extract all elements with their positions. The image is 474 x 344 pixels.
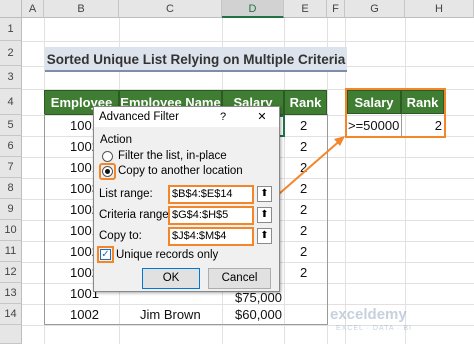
- row-header-3[interactable]: 3: [0, 66, 22, 89]
- ok-button[interactable]: OK: [142, 268, 200, 289]
- criteria-rank-value[interactable]: 2: [402, 115, 442, 136]
- row-header-8[interactable]: 8: [0, 178, 22, 199]
- unique-records-checkbox[interactable]: ✓: [100, 249, 111, 260]
- cell-rank[interactable]: 2: [300, 157, 320, 178]
- criteria-range-label: Criteria range:: [99, 209, 172, 221]
- row-header-4[interactable]: 4: [0, 89, 22, 115]
- row-header-5[interactable]: 5: [0, 115, 22, 136]
- watermark-tagline: EXCEL · DATA · BI: [336, 325, 412, 332]
- cancel-button[interactable]: Cancel: [208, 268, 271, 289]
- cell-rank[interactable]: 2: [300, 241, 320, 262]
- copy-to-input[interactable]: $J$4:$M$4: [168, 227, 254, 246]
- advanced-filter-dialog: Advanced Filter ? ✕ Action Filter the li…: [93, 106, 280, 292]
- header-rank[interactable]: Rank: [284, 90, 327, 115]
- cell-employee-id[interactable]: 1002: [70, 304, 110, 325]
- action-label: Action: [100, 134, 132, 146]
- cell-rank[interactable]: 2: [300, 262, 320, 283]
- copy-to-label: Copy to:: [99, 230, 142, 242]
- list-range-collapse-button[interactable]: ⬆: [257, 186, 272, 202]
- row-header-11[interactable]: 11: [0, 241, 22, 262]
- criteria-header-salary[interactable]: Salary: [347, 90, 401, 114]
- cell-rank[interactable]: 2: [300, 136, 320, 157]
- filter-in-place-radio[interactable]: [102, 151, 113, 162]
- col-header-b[interactable]: B: [44, 0, 119, 18]
- criteria-range-input[interactable]: $G$4:$H$5: [168, 206, 254, 225]
- copy-to-location-label[interactable]: Copy to another location: [118, 165, 243, 177]
- cell-employee-name[interactable]: Jim Brown: [140, 304, 210, 325]
- row-header-12[interactable]: 12: [0, 262, 22, 283]
- col-header-d[interactable]: D: [222, 0, 284, 18]
- list-range-label: List range:: [99, 188, 153, 200]
- radio-dot: [105, 169, 110, 174]
- criteria-range-collapse-button[interactable]: ⬆: [257, 207, 272, 223]
- cell-rank[interactable]: 2: [300, 199, 320, 220]
- col-header-c[interactable]: C: [119, 0, 222, 18]
- filter-in-place-label[interactable]: Filter the list, in-place: [118, 150, 227, 162]
- col-header-e[interactable]: E: [284, 0, 327, 18]
- watermark-brand: exceldemy: [330, 306, 407, 323]
- col-header-g[interactable]: G: [345, 0, 405, 18]
- cell-rank[interactable]: 2: [300, 220, 320, 241]
- row-header-13[interactable]: 13: [0, 283, 22, 304]
- row-header-1[interactable]: 1: [0, 18, 22, 41]
- row-header-9[interactable]: 9: [0, 199, 22, 220]
- criteria-divider: [401, 114, 402, 136]
- sheet-title: Sorted Unique List Relying on Multiple C…: [45, 47, 347, 72]
- gridline: [22, 41, 474, 42]
- col-header-a[interactable]: A: [22, 0, 44, 18]
- copy-to-collapse-button[interactable]: ⬆: [257, 228, 272, 244]
- help-button[interactable]: ?: [216, 109, 230, 125]
- close-icon[interactable]: ✕: [254, 109, 270, 125]
- row-header-2[interactable]: 2: [0, 41, 22, 66]
- criteria-header-rank[interactable]: Rank: [401, 90, 444, 114]
- dialog-title: Advanced Filter: [94, 107, 279, 127]
- criteria-salary-value[interactable]: >=50000: [348, 115, 400, 136]
- copy-to-location-radio[interactable]: [102, 166, 113, 177]
- row-header-15[interactable]: [0, 325, 22, 344]
- cell-rank[interactable]: 2: [300, 178, 320, 199]
- list-range-input[interactable]: $B$4:$E$14: [168, 185, 254, 204]
- cell-rank[interactable]: 2: [300, 115, 320, 136]
- cell-salary[interactable]: $60,000: [228, 304, 282, 325]
- row-header-14[interactable]: 14: [0, 304, 22, 325]
- row-header-10[interactable]: 10: [0, 220, 22, 241]
- unique-records-label[interactable]: Unique records only: [116, 249, 218, 261]
- select-all-corner[interactable]: [0, 0, 22, 18]
- col-header-h[interactable]: H: [405, 0, 474, 18]
- row-header-6[interactable]: 6: [0, 136, 22, 157]
- watermark-logo: exceldemy EXCEL · DATA · BI: [330, 306, 450, 338]
- col-header-f[interactable]: F: [327, 0, 345, 18]
- row-header-7[interactable]: 7: [0, 157, 22, 178]
